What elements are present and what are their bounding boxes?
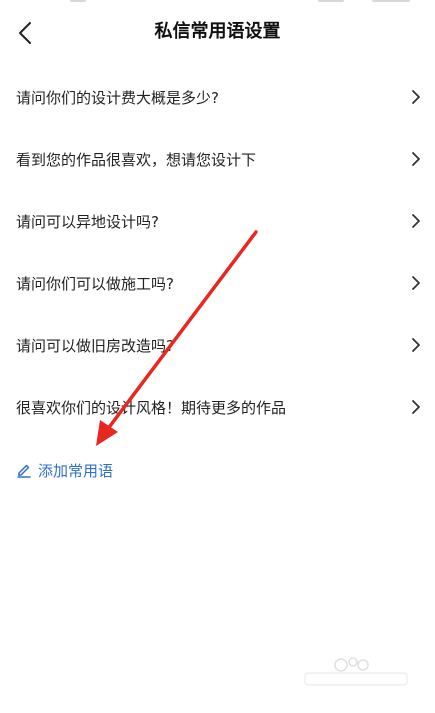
phrase-text: 很喜欢你们的设计风格！期待更多的作品 [16, 398, 287, 417]
status-bar-fragment [318, 0, 344, 2]
status-bar-fragment [372, 0, 410, 2]
phrase-item[interactable]: 请问你们的设计费大概是多少? [0, 66, 435, 128]
phrase-item[interactable]: 看到您的作品很喜欢，想请您设计下 [0, 128, 435, 190]
add-phrase-label: 添加常用语 [38, 461, 114, 480]
add-phrase-button[interactable]: 添加常用语 [16, 456, 113, 484]
status-bar [0, 0, 435, 8]
phrase-text: 看到您的作品很喜欢，想请您设计下 [16, 150, 257, 169]
status-bar-fragment [70, 0, 86, 2]
pen-icon [16, 462, 32, 478]
phrase-text: 请问你们的设计费大概是多少? [16, 88, 219, 107]
phrase-item[interactable]: 请问可以异地设计吗? [0, 190, 435, 252]
chevron-right-icon [409, 398, 423, 416]
chevron-right-icon [409, 150, 423, 168]
nav-bar: 私信常用语设置 [0, 8, 435, 56]
watermark-logo [304, 657, 408, 686]
chevron-right-icon [409, 88, 423, 106]
phrase-item[interactable]: 请问你们可以做施工吗? [0, 252, 435, 314]
chevron-right-icon [409, 274, 423, 292]
phrase-text: 请问可以做旧房改造吗? [16, 336, 174, 355]
phrase-list: 请问你们的设计费大概是多少? 看到您的作品很喜欢，想请您设计下 请问可以异地设计… [0, 66, 435, 438]
phrase-item[interactable]: 请问可以做旧房改造吗? [0, 314, 435, 376]
page-title: 私信常用语设置 [154, 21, 281, 42]
chevron-right-icon [409, 212, 423, 230]
phrase-text: 请问可以异地设计吗? [16, 212, 159, 231]
phrase-item[interactable]: 很喜欢你们的设计风格！期待更多的作品 [0, 376, 435, 438]
phrase-text: 请问你们可以做施工吗? [16, 274, 174, 293]
chevron-right-icon [409, 336, 423, 354]
